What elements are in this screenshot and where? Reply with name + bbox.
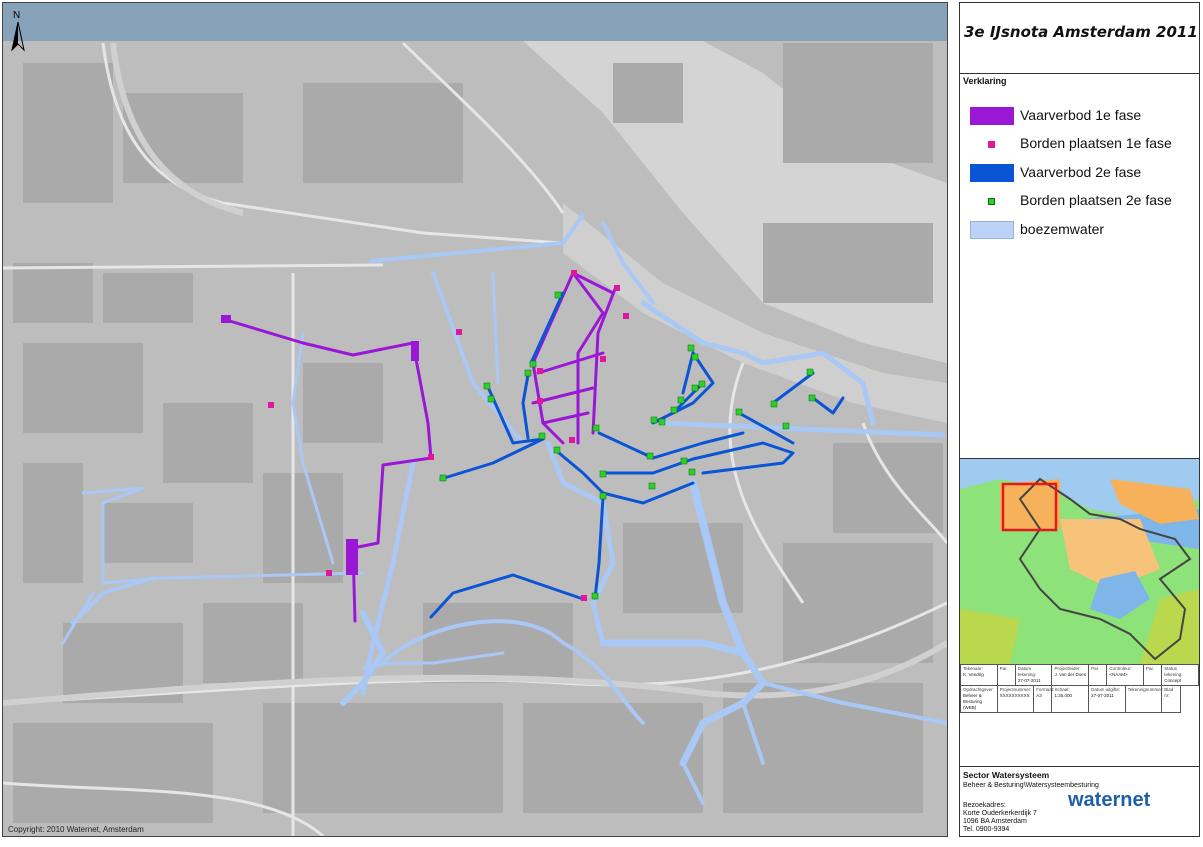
overview-map — [960, 458, 1199, 665]
map-title: 3e IJsnota Amsterdam 2011 — [964, 23, 1198, 41]
north-arrow-icon: N — [9, 8, 27, 52]
map-title-box: 3e IJsnota Amsterdam 2011 — [960, 3, 1199, 74]
overview-map-canvas — [960, 459, 1199, 664]
magenta-square-icon — [970, 135, 1014, 153]
legend-label: Vaarverbod 1e fase — [1020, 107, 1142, 123]
sector-name: Sector Watersysteem — [963, 770, 1050, 780]
legend-item-signs-phase2: Borden plaatsen 2e fase — [968, 189, 1198, 213]
address-line: Korte Ouderkerkerdijk 7 — [963, 810, 1037, 817]
meta-value: 1:35.000 — [1054, 693, 1073, 698]
green-square-icon — [970, 192, 1014, 210]
legend-item-phase2: Vaarverbod 2e fase — [968, 161, 1198, 185]
meta-value: XXXXXXXXXX — [999, 693, 1030, 698]
legend-heading: Verklaring — [963, 76, 1007, 86]
meta-head: Par. — [999, 666, 1008, 671]
meta-value: <NAAM> — [1109, 672, 1128, 677]
address-line: Tel. 0900-9394 — [963, 826, 1010, 833]
meta-head: Datum tekening: — [1017, 666, 1037, 677]
map-view[interactable]: N Copyright: 2010 Waternet, Amsterdam — [2, 2, 948, 837]
meta-value: A3 — [1036, 693, 1042, 698]
address-block: Bezoekadres: Korte Ouderkerkerdijk 7 109… — [963, 802, 1037, 834]
department-name: Beheer & Besturing\Watersysteembesturing — [963, 782, 1099, 789]
meta-value: Beheer & Besturing (WBB) — [963, 693, 983, 710]
drawing-metadata: Tekenaar: K. Vendrig Par. Datum tekening:… — [960, 664, 1199, 713]
meta-value: 27-07-2011 — [1017, 678, 1041, 683]
meta-head: Tekeningnummer: — [1127, 687, 1164, 692]
meta-value: Concept — [1164, 678, 1182, 683]
legend-label: Vaarverbod 2e fase — [1020, 164, 1142, 180]
legend-item-boezemwater: boezemwater — [968, 218, 1198, 242]
legend-label: boezemwater — [1020, 221, 1105, 237]
map-canvas[interactable] — [3, 3, 947, 836]
address-line: 1096 BA Amsterdam — [963, 818, 1027, 825]
legend-panel: 3e IJsnota Amsterdam 2011 Verklaring Vaa… — [959, 2, 1200, 837]
meta-head: Par. — [1145, 666, 1154, 671]
footer-block: Sector Watersysteem Beheer & Besturing\W… — [960, 766, 1199, 837]
meta-head: Par. — [1091, 666, 1100, 671]
map-copyright: Copyright: 2010 Waternet, Amsterdam — [8, 825, 144, 834]
map-header-band — [3, 3, 947, 41]
address-line: Bezoekadres: — [963, 802, 1006, 809]
legend-label: Borden plaatsen 2e fase — [1020, 192, 1172, 208]
north-label: N — [13, 10, 20, 21]
legend-item-signs-phase1: Borden plaatsen 1e fase — [968, 132, 1198, 156]
legend-item-phase1: Vaarverbod 1e fase — [968, 104, 1198, 128]
meta-value: K. Vendrig — [963, 672, 984, 677]
purple-fill-icon — [970, 107, 1014, 125]
meta-value: J. van der Does — [1054, 672, 1086, 677]
legend-label: Borden plaatsen 1e fase — [1020, 135, 1172, 151]
meta-head: Status tekening: — [1164, 666, 1183, 677]
meta-head: Blad nr: — [1164, 687, 1174, 698]
blue-fill-icon — [970, 164, 1014, 182]
meta-value: 27-07-2011 — [1091, 693, 1114, 698]
waternet-logo: waternet — [1068, 789, 1151, 811]
lightblue-fill-icon — [970, 221, 1014, 239]
